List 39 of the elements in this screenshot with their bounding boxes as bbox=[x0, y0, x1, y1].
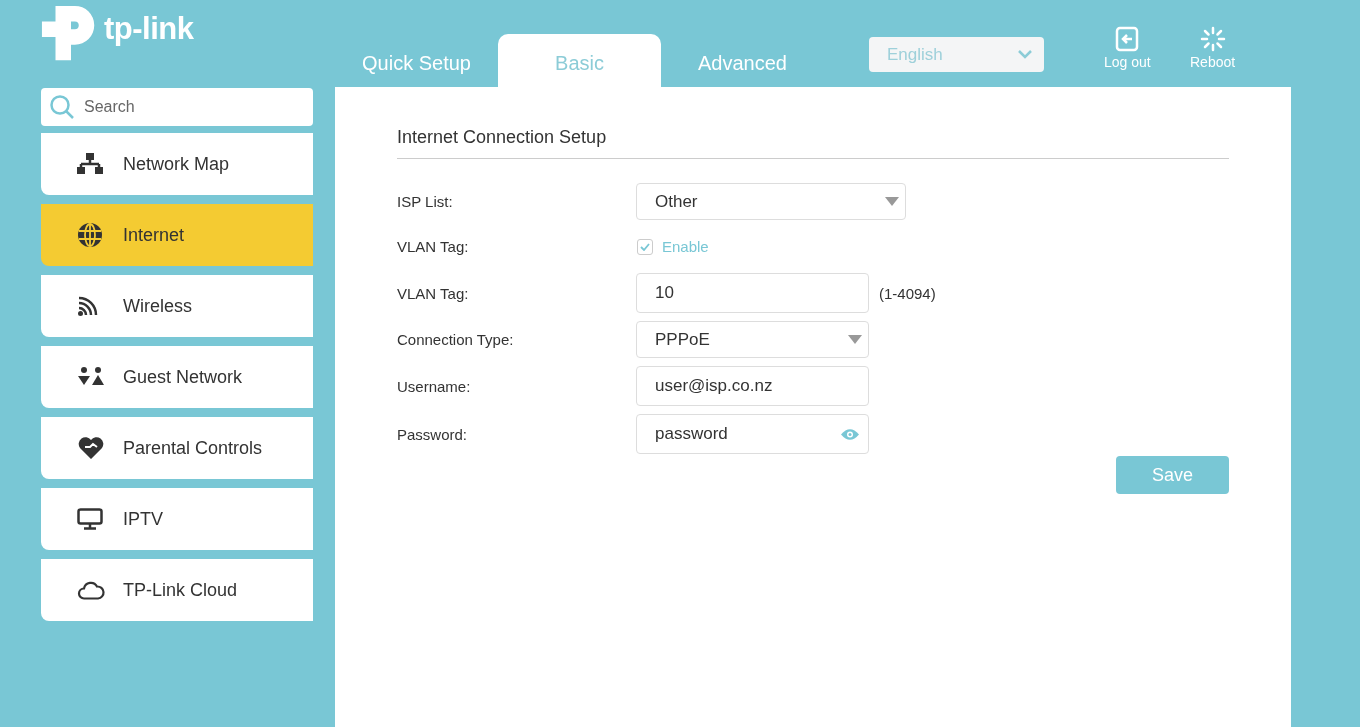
checkmark-icon bbox=[640, 242, 650, 251]
sidebar-item[interactable]: Wireless bbox=[41, 275, 313, 337]
checkbox-label: Enable bbox=[662, 238, 709, 255]
text-field[interactable]: 10 bbox=[636, 273, 869, 313]
guest-icon bbox=[77, 367, 105, 387]
sidebar-item[interactable]: Guest Network bbox=[41, 346, 313, 408]
dropdown-field[interactable]: PPPoE bbox=[636, 321, 869, 358]
password-field[interactable]: password bbox=[636, 414, 869, 454]
logo-text: tp-link bbox=[104, 11, 194, 47]
field-label: ISP List: bbox=[397, 193, 454, 210]
dropdown-field[interactable]: Other bbox=[636, 183, 906, 220]
logout-icon bbox=[1115, 26, 1140, 52]
sidebar-item[interactable]: Parental Controls bbox=[41, 417, 313, 479]
dropdown-arrow-icon bbox=[848, 335, 862, 344]
search-field[interactable]: Search bbox=[41, 88, 313, 126]
cloud-icon bbox=[77, 580, 105, 600]
dropdown-arrow-icon bbox=[885, 197, 899, 206]
field-label: Password: bbox=[397, 425, 469, 443]
heart-icon bbox=[77, 436, 105, 460]
field-label: Connection Type: bbox=[397, 331, 515, 348]
field-label: VLAN Tag: bbox=[397, 238, 470, 255]
field-label: VLAN Tag: bbox=[397, 284, 470, 302]
search-icon bbox=[49, 94, 75, 120]
sidebar-item[interactable]: IPTV bbox=[41, 488, 313, 550]
eye-icon bbox=[840, 427, 860, 441]
sidebar-item[interactable]: Network Map bbox=[41, 133, 313, 195]
checkbox[interactable] bbox=[637, 238, 653, 255]
spinner-icon bbox=[1199, 26, 1226, 52]
section-title: Internet Connection Setup bbox=[397, 127, 1229, 159]
field-label: Username: bbox=[397, 377, 472, 395]
monitor-icon bbox=[77, 508, 103, 530]
sidebar-item[interactable]: Internet bbox=[41, 204, 313, 266]
text-field[interactable]: user@isp.co.nz bbox=[636, 366, 869, 406]
globe-icon bbox=[77, 222, 103, 248]
range-hint: (1-4094) bbox=[879, 284, 936, 302]
network-icon bbox=[77, 153, 103, 175]
sidebar-item[interactable]: TP-Link Cloud bbox=[41, 559, 313, 621]
wifi-icon bbox=[77, 295, 99, 317]
chevron-down-icon bbox=[1018, 50, 1032, 59]
